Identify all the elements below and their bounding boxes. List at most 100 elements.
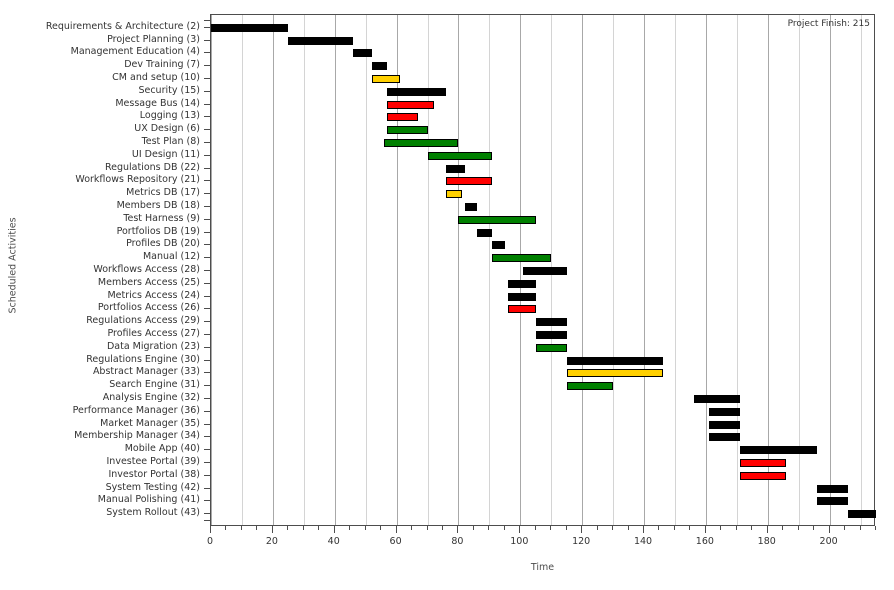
x-axis-tick bbox=[519, 526, 521, 533]
x-axis-tick bbox=[797, 526, 799, 530]
y-axis-tick-label: Management Education (4) bbox=[70, 46, 200, 58]
y-axis-tick-label: Mobile App (40) bbox=[124, 443, 200, 455]
y-axis-tick-label: Dev Training (7) bbox=[124, 59, 200, 71]
y-axis-tick-label: CM and setup (10) bbox=[112, 72, 200, 83]
y-axis-tick-label: Metrics DB (17) bbox=[126, 187, 200, 199]
x-axis-tick bbox=[550, 526, 552, 530]
y-axis-tick-label: Metrics Access (24) bbox=[107, 289, 200, 301]
x-axis-tick bbox=[210, 526, 211, 533]
x-axis-tick bbox=[318, 526, 320, 530]
y-axis-tick-label: Portfolios Access (26) bbox=[97, 302, 200, 314]
x-axis-tick bbox=[813, 526, 815, 530]
y-axis-tick-label: System Testing (42) bbox=[105, 481, 200, 493]
x-axis-tick bbox=[364, 526, 366, 530]
y-axis-tick-label: Market Manager (35) bbox=[100, 417, 200, 429]
y-axis-tick-label: Message Bus (14) bbox=[115, 97, 200, 109]
project-finish-annotation: Project Finish: 215 bbox=[787, 19, 870, 29]
y-axis-ticks bbox=[203, 14, 210, 526]
x-axis-tick bbox=[658, 526, 660, 530]
x-axis-tick-label: 160 bbox=[695, 536, 714, 547]
x-axis-tick bbox=[271, 526, 273, 533]
x-axis-tick bbox=[828, 526, 830, 533]
x-axis-tick bbox=[581, 526, 583, 533]
annotations-layer: Project Finish: 215 bbox=[211, 15, 874, 525]
x-axis-tick bbox=[534, 526, 536, 530]
x-axis-tick bbox=[596, 526, 598, 530]
y-axis-tick-label: Regulations DB (22) bbox=[104, 161, 200, 173]
x-axis-ticks bbox=[210, 526, 876, 534]
x-axis-tick bbox=[565, 526, 567, 530]
x-axis-tick bbox=[380, 526, 382, 530]
y-axis-tick-labels: Requirements & Architecture (2) Project P… bbox=[0, 14, 206, 526]
x-axis-tick bbox=[612, 526, 614, 530]
x-axis-title: Time bbox=[530, 562, 555, 573]
x-axis-tick bbox=[240, 526, 242, 530]
y-axis-tick-label: Logging (13) bbox=[139, 110, 200, 122]
x-axis-tick bbox=[503, 526, 505, 530]
x-axis-tick-label: 60 bbox=[389, 536, 402, 547]
y-axis-tick-label: Profiles Access (27) bbox=[107, 328, 200, 339]
y-axis-tick-label: Abstract Manager (33) bbox=[92, 366, 200, 378]
x-axis-tick-label: 120 bbox=[572, 536, 591, 547]
x-axis-tick-label: 200 bbox=[819, 536, 838, 547]
x-axis-tick bbox=[287, 526, 289, 530]
y-axis-tick-label: Manual (12) bbox=[142, 251, 200, 263]
y-axis-tick-label: Requirements & Architecture (2) bbox=[45, 20, 200, 32]
x-axis-tick-label: 180 bbox=[757, 536, 776, 547]
y-axis-tick-label: Workflows Access (28) bbox=[93, 264, 200, 275]
y-axis-tick-label: Workflows Repository (21) bbox=[75, 174, 200, 186]
x-axis-tick bbox=[411, 526, 413, 530]
x-axis-tick bbox=[704, 526, 706, 533]
plot-area: Project Finish: 215 bbox=[210, 14, 876, 526]
x-axis-tick bbox=[782, 526, 784, 530]
y-axis-tick-label: Analysis Engine (32) bbox=[102, 392, 200, 403]
x-axis-tick bbox=[735, 526, 737, 530]
x-axis-tick-label: 0 bbox=[206, 536, 214, 547]
x-axis-tick-label: 80 bbox=[451, 536, 464, 547]
y-axis-tick-label: Search Engine (31) bbox=[109, 379, 200, 391]
x-axis-tick bbox=[751, 526, 753, 530]
y-axis-tick-label: Security (15) bbox=[138, 84, 200, 96]
x-axis-tick bbox=[225, 526, 227, 530]
y-axis-tick-label: Members Access (25) bbox=[97, 276, 200, 288]
x-axis-tick-label: 100 bbox=[510, 536, 529, 547]
x-axis-tick bbox=[395, 526, 397, 533]
x-axis-tick bbox=[333, 526, 335, 533]
x-axis-tick bbox=[673, 526, 675, 530]
x-axis-tick-label: 20 bbox=[265, 536, 278, 547]
x-axis-tick bbox=[349, 526, 351, 530]
x-axis-tick bbox=[720, 526, 722, 530]
x-axis-tick-label: 140 bbox=[633, 536, 653, 547]
x-axis-tick bbox=[488, 526, 490, 530]
y-axis-tick-label: Project Planning (3) bbox=[107, 33, 200, 45]
y-axis-tick-label: Manual Polishing (41) bbox=[97, 494, 200, 506]
y-axis-tick-label: Investor Portal (38) bbox=[108, 468, 200, 480]
gantt-chart: Scheduled Activities Requirements & Arch… bbox=[0, 0, 894, 590]
x-axis-tick bbox=[859, 526, 861, 530]
x-axis-tick bbox=[472, 526, 474, 530]
x-axis-tick bbox=[457, 526, 459, 533]
x-axis-tick bbox=[256, 526, 258, 530]
y-axis-tick-label: Members DB (18) bbox=[116, 200, 200, 211]
y-axis-tick-label: Performance Manager (36) bbox=[72, 404, 200, 416]
y-axis-tick-label: UX Design (6) bbox=[134, 123, 200, 135]
y-axis-tick-label: Test Plan (8) bbox=[141, 136, 200, 147]
y-axis-tick-label: Data Migration (23) bbox=[106, 340, 200, 352]
y-axis-tick-label: Investee Portal (39) bbox=[106, 456, 201, 467]
y-axis-tick-label: Profiles DB (20) bbox=[126, 238, 200, 250]
y-axis-tick-label: UI Design (11) bbox=[131, 148, 200, 160]
y-axis-tick-label: System Rollout (43) bbox=[106, 507, 200, 519]
y-axis-tick-label: Regulations Access (29) bbox=[86, 315, 200, 327]
x-axis-tick bbox=[766, 526, 768, 533]
x-axis-tick-labels: 0 20 40 60 80 100 120 140 160 180 200 bbox=[206, 536, 875, 550]
y-axis-tick-label: Portfolios DB (19) bbox=[116, 225, 200, 237]
y-axis-tick-label: Membership Manager (34) bbox=[74, 430, 200, 442]
x-axis-tick bbox=[875, 526, 876, 530]
x-axis-tick bbox=[844, 526, 846, 530]
x-axis-tick-label: 40 bbox=[327, 536, 340, 547]
x-axis-tick bbox=[426, 526, 428, 530]
y-axis-tick-label: Regulations Engine (30) bbox=[86, 353, 200, 365]
x-axis-tick bbox=[627, 526, 629, 530]
x-axis-tick bbox=[689, 526, 691, 530]
y-axis-tick-label: Test Harness (9) bbox=[123, 212, 200, 224]
